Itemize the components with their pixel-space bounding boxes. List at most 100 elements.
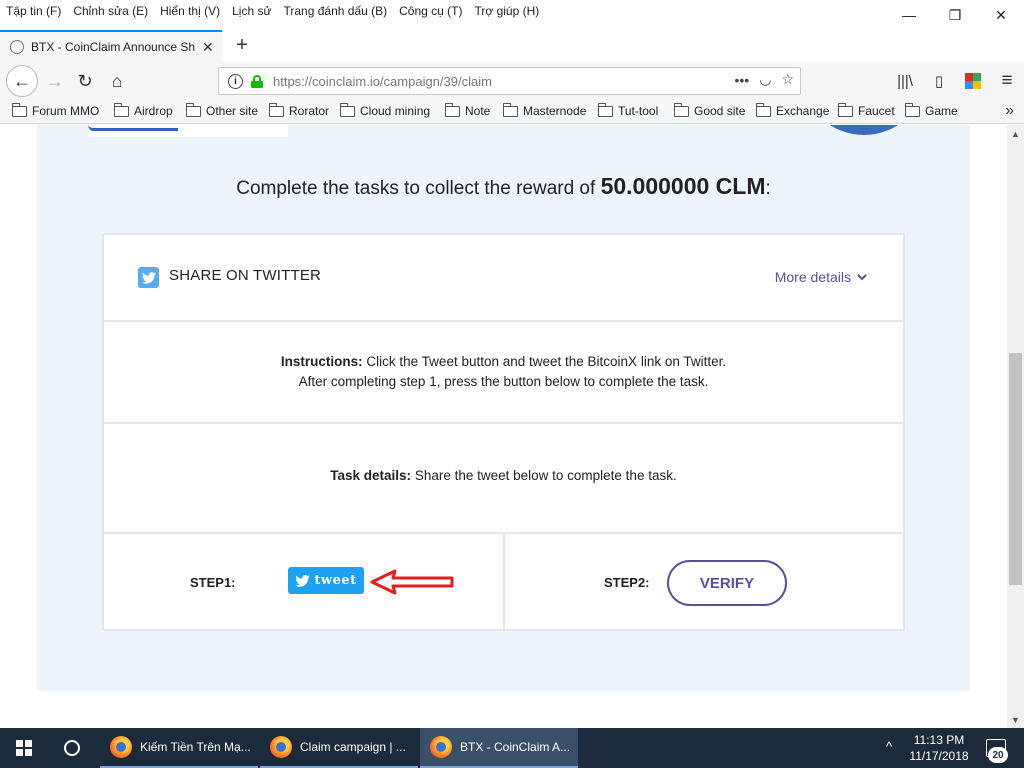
tab-active[interactable]: BTX - CoinClaim Announce Sh ✕ (0, 30, 222, 62)
task-details-row: Task details: Share the tweet below to c… (104, 424, 903, 534)
bookmark-label: Other site (206, 104, 259, 118)
window-controls: — ❐ ✕ (886, 0, 1024, 30)
bookmark-folder[interactable]: Other site (186, 102, 259, 118)
bookmark-label: Tut-tool (618, 104, 659, 118)
menu-history[interactable]: Lịch sử (226, 4, 277, 18)
tab-close-icon[interactable]: ✕ (202, 39, 214, 56)
folder-icon (186, 102, 201, 117)
more-details-link[interactable]: More details (775, 269, 867, 285)
page-scrollbar[interactable]: ▲ ▼ (1007, 125, 1024, 728)
bookmark-folder[interactable]: Rorator (269, 102, 329, 118)
menu-file[interactable]: Tập tin (F) (0, 4, 67, 18)
step1-label: STEP1: (190, 575, 236, 590)
sidebar-icon[interactable]: ▯ (922, 66, 956, 96)
firefox-icon (270, 736, 292, 758)
bookmark-label: Airdrop (134, 104, 173, 118)
library-icon[interactable]: |||\ (888, 66, 922, 96)
system-clock[interactable]: 11:13 PM 11/17/2018 (900, 732, 978, 764)
taskbar-app-title: Kiếm Tiền Trên Mạ... (140, 740, 251, 754)
forward-button[interactable]: → (40, 66, 70, 96)
coinclaim-favicon-icon (10, 40, 24, 54)
folder-icon (445, 102, 460, 117)
clock-time: 11:13 PM (913, 733, 965, 747)
restore-button[interactable]: ❐ (932, 0, 978, 30)
windows-taskbar: Kiếm Tiền Trên Mạ... Claim campaign | ..… (0, 728, 1024, 768)
toolbar-right: |||\ ▯ ≡ (888, 66, 1024, 96)
clock-date: 11/17/2018 (909, 749, 969, 763)
bookmark-label: Cloud mining (360, 104, 431, 118)
tab-title: BTX - CoinClaim Announce Sh (31, 40, 196, 54)
bookmark-folder[interactable]: Exchange (756, 102, 830, 118)
scroll-thumb[interactable] (1009, 353, 1022, 585)
cortana-search-icon[interactable] (64, 740, 80, 756)
close-window-button[interactable]: ✕ (978, 0, 1024, 30)
step2-label: STEP2: (604, 575, 650, 590)
url-bar[interactable]: i https://coinclaim.io/campaign/39/claim… (218, 67, 801, 95)
page-actions-icon[interactable]: ••• (735, 72, 750, 88)
url-text[interactable]: https://coinclaim.io/campaign/39/claim (273, 74, 492, 89)
twitter-bird-icon (295, 574, 311, 587)
bookmark-folder[interactable]: Note (445, 102, 491, 118)
task-details-label: Task details: (330, 468, 412, 483)
taskbar-app-active[interactable]: BTX - CoinClaim A... (420, 728, 578, 768)
bookmark-folder[interactable]: Forum MMO (12, 102, 99, 118)
folder-icon (756, 102, 771, 117)
tray-chevron-icon[interactable]: ^ (886, 739, 892, 754)
bookmark-folder[interactable]: Cloud mining (340, 102, 431, 118)
extension-icon[interactable] (956, 66, 990, 96)
hamburger-menu-icon[interactable]: ≡ (990, 66, 1024, 96)
bookmark-star-icon[interactable]: ☆ (781, 71, 794, 88)
menu-bookmarks[interactable]: Trang đánh dấu (B) (278, 4, 394, 18)
scroll-down-icon[interactable]: ▼ (1007, 711, 1024, 728)
taskbar-app[interactable]: Claim campaign | ... (260, 728, 418, 768)
twitter-icon (138, 267, 159, 288)
bookmark-folder[interactable]: Good site (674, 102, 746, 118)
home-button[interactable]: ⌂ (102, 66, 132, 96)
bookmarks-bar: Forum MMO Airdrop Other site Rorator Clo… (0, 100, 1024, 124)
site-info-icon[interactable]: i (228, 73, 243, 89)
menu-edit[interactable]: Chỉnh sửa (E) (67, 4, 154, 18)
menu-tools[interactable]: Công cụ (T) (393, 4, 468, 18)
instructions-body: Click the Tweet button and tweet the Bit… (362, 354, 727, 369)
pocket-icon[interactable]: ◡ (759, 71, 771, 88)
new-tab-button[interactable]: + (229, 32, 255, 58)
notification-count-badge: 20 (988, 747, 1008, 763)
campaign-logo-fragment (88, 125, 178, 131)
taskbar-app-title: Claim campaign | ... (300, 740, 406, 754)
tweet-button[interactable]: tweet (288, 567, 364, 594)
menu-view[interactable]: Hiển thị (V) (154, 4, 226, 18)
taskbar-app[interactable]: Kiếm Tiền Trên Mạ... (100, 728, 258, 768)
bookmark-folder[interactable]: Game (905, 102, 958, 118)
instructions-text: Instructions: Click the Tweet button and… (104, 352, 903, 392)
bookmark-folder[interactable]: Airdrop (114, 102, 173, 118)
menu-items: Tập tin (F) Chỉnh sửa (E) Hiển thị (V) L… (0, 4, 545, 18)
reward-heading: Complete the tasks to collect the reward… (0, 173, 1007, 200)
verify-button[interactable]: VERIFY (667, 560, 787, 606)
red-arrow-annotation-icon (370, 569, 454, 595)
back-button[interactable]: ← (6, 65, 38, 97)
reload-button[interactable]: ↻ (70, 66, 100, 96)
folder-icon (598, 102, 613, 117)
share-on-twitter-title: SHARE ON TWITTER (169, 267, 322, 284)
menu-help[interactable]: Trợ giúp (H) (468, 4, 545, 18)
bookmark-label: Exchange (776, 104, 830, 118)
bookmark-label: Note (465, 104, 491, 118)
folder-icon (503, 102, 518, 117)
lock-icon (251, 74, 263, 88)
more-details-label: More details (774, 269, 851, 285)
bookmark-label: Good site (694, 104, 746, 118)
scroll-up-icon[interactable]: ▲ (1007, 125, 1024, 142)
reward-heading-suffix: : (765, 178, 771, 199)
bookmark-folder[interactable]: Faucet (838, 102, 895, 118)
minimize-button[interactable]: — (886, 0, 932, 30)
bookmark-folder[interactable]: Tut-tool (598, 102, 659, 118)
tweet-label: tweet (314, 573, 357, 588)
bookmark-label: Game (925, 104, 958, 118)
start-button[interactable] (0, 728, 48, 768)
instructions-row: Instructions: Click the Tweet button and… (104, 322, 903, 424)
bookmark-folder[interactable]: Masternode (503, 102, 586, 118)
bookmarks-overflow-icon[interactable]: » (1005, 102, 1014, 120)
instructions-label: Instructions: (280, 354, 363, 369)
taskbar-app-title: BTX - CoinClaim A... (460, 740, 571, 754)
navigation-bar: ← → ↻ ⌂ i https://coinclaim.io/campaign/… (0, 62, 1024, 100)
